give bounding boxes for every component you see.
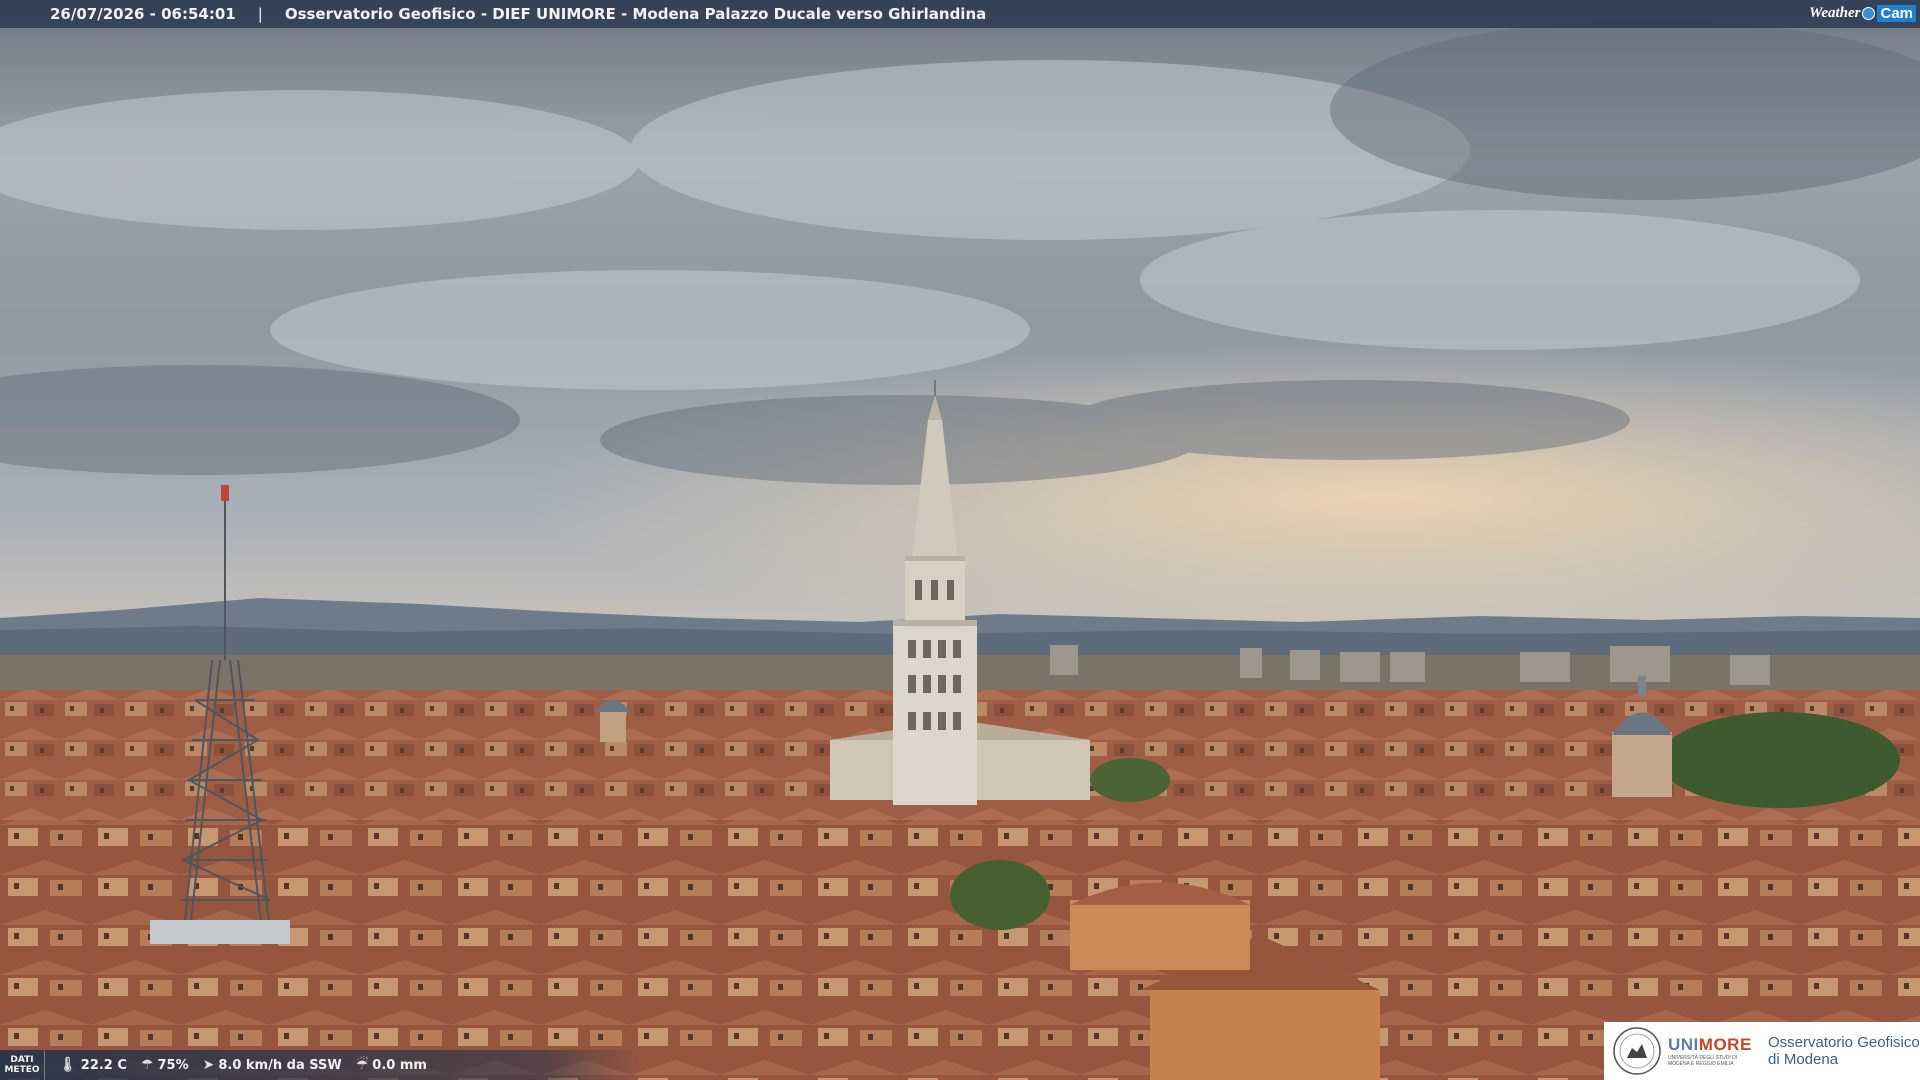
weathercam-dot-icon (1862, 6, 1876, 20)
weather-data-bar: DATI METEO 🌡︎ 22.2 C ☂ 75% ➤ 8.0 km/h da… (0, 1050, 640, 1080)
unimore-subtitle: UNIVERSITÀ DEGLI STUDI DI MODENA E REGGI… (1668, 1055, 1738, 1067)
timestamp: 26/07/2026 - 06:54:01 (50, 5, 236, 23)
wind-reading: ➤ 8.0 km/h da SSW (203, 1057, 342, 1073)
weather-label-bottom: METEO (4, 1065, 40, 1075)
rain-gauge-icon: ☔ (355, 1057, 369, 1073)
camera-title: Osservatorio Geofisico - DIEF UNIMORE - … (284, 5, 987, 23)
thermometer-icon: 🌡︎ (59, 1057, 77, 1073)
title-separator: | (257, 5, 263, 23)
rain-reading: ☔ 0.0 mm (356, 1057, 427, 1073)
temperature-reading: 🌡︎ 22.2 C (59, 1057, 127, 1073)
observatory-name: Osservatorio Geofisico di Modena (1768, 1034, 1920, 1068)
unimore-wordmark: UNIMORE (1668, 1035, 1752, 1054)
weather-label-top: DATI (10, 1055, 34, 1065)
observatory-line-2: di Modena (1768, 1051, 1839, 1068)
humidity-reading: ☂ 75% (141, 1057, 189, 1073)
unimore-seal-logo (1613, 1027, 1661, 1075)
observatory-line-1: Osservatorio Geofisico (1768, 1034, 1920, 1051)
rain-value: 0.0 mm (372, 1057, 427, 1073)
webcam-scene (0, 0, 1920, 1080)
wind-icon: ➤ (202, 1057, 215, 1073)
humidity-value: 75% (157, 1057, 189, 1073)
weathercam-logo-left: Weather (1809, 4, 1861, 21)
weathercam-logo: Weather Cam (1809, 2, 1916, 24)
unimore-branding: UNIMORE UNIVERSITÀ DEGLI STUDI DI MODENA… (1604, 1022, 1920, 1080)
unimore-name-block: UNIMORE UNIVERSITÀ DEGLI STUDI DI MODENA… (1668, 1035, 1758, 1067)
humidity-drop-icon: ☂ (140, 1057, 154, 1073)
weather-data-label: DATI METEO (0, 1050, 45, 1080)
wind-value: 8.0 km/h da SSW (218, 1057, 342, 1073)
temperature-value: 22.2 C (80, 1057, 127, 1073)
weathercam-logo-right: Cam (1877, 4, 1916, 22)
title-bar: 26/07/2026 - 06:54:01 | Osservatorio Geo… (0, 0, 1920, 28)
